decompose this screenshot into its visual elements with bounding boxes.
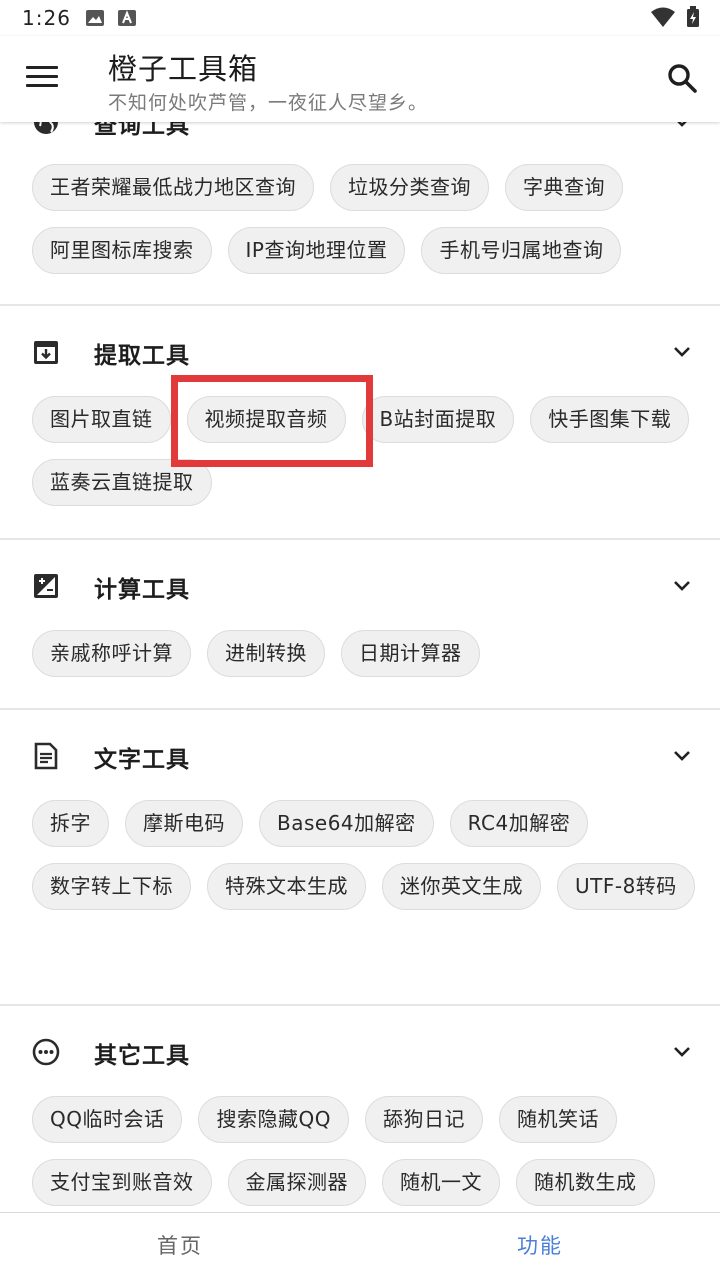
section-header[interactable]: 其它工具 (0, 1020, 720, 1084)
search-icon[interactable] (666, 62, 698, 94)
wifi-icon (651, 7, 675, 27)
section-title: 其它工具 (94, 1043, 190, 1069)
chip-group: 王者荣耀最低战力地区查询 垃圾分类查询 字典查询 阿里图标库搜索 IP查询地理位… (0, 164, 720, 290)
chip-random-joke[interactable]: 随机笑话 (498, 1096, 617, 1143)
chevron-down-icon[interactable] (670, 574, 694, 598)
nav-item-features[interactable]: 功能 (360, 1213, 720, 1280)
chip-utf8-transcode[interactable]: UTF-8转码 (557, 863, 695, 910)
chip-split-character[interactable]: 拆字 (32, 800, 109, 847)
bottom-nav: 首页 功能 (0, 1212, 720, 1280)
section-header[interactable]: 查询工具 (0, 122, 720, 154)
chip-kuaishou-gallery-download[interactable]: 快手图集下载 (530, 396, 690, 443)
chip-ip-location-query[interactable]: IP查询地理位置 (227, 227, 406, 274)
section-query-tools: 查询工具 王者荣耀最低战力地区查询 垃圾分类查询 字典查询 阿里图标库搜索 IP… (0, 122, 720, 306)
archive-download-icon (34, 341, 58, 364)
document-icon (34, 742, 58, 770)
battery-charging-icon (687, 6, 699, 27)
section-title: 提取工具 (94, 343, 190, 369)
chip-qq-temp-chat[interactable]: QQ临时会话 (32, 1096, 183, 1143)
chip-image-direct-link[interactable]: 图片取直链 (32, 396, 171, 443)
chip-group: 拆字 摩斯电码 Base64加解密 RC4加解密 数字转上下标 特殊文本生成 迷… (0, 800, 720, 926)
section-title: 文字工具 (94, 747, 190, 773)
chip-honor-of-kings-query[interactable]: 王者荣耀最低战力地区查询 (32, 164, 314, 211)
chip-random-number[interactable]: 随机数生成 (516, 1159, 655, 1206)
chip-random-article[interactable]: 随机一文 (382, 1159, 500, 1206)
chevron-down-icon[interactable] (670, 340, 694, 364)
chip-morse-code[interactable]: 摩斯电码 (125, 800, 243, 847)
app-subtitle: 不知何处吹芦管，一夜征人尽望乡。 (108, 92, 429, 114)
section-header[interactable]: 文字工具 (0, 724, 720, 788)
chip-ali-icon-search[interactable]: 阿里图标库搜索 (32, 227, 212, 274)
chip-alipay-sound[interactable]: 支付宝到账音效 (32, 1159, 212, 1206)
more-circle-icon (32, 1038, 60, 1066)
chevron-down-icon[interactable] (670, 744, 694, 768)
section-title: 计算工具 (94, 577, 190, 603)
chip-garbage-sort-query[interactable]: 垃圾分类查询 (330, 164, 489, 211)
status-time: 1:26 (22, 6, 71, 30)
chip-dictionary-query[interactable]: 字典查询 (505, 164, 623, 211)
calculator-icon (34, 574, 58, 598)
section-title: 查询工具 (94, 122, 190, 139)
app-title: 橙子工具箱 (108, 52, 259, 86)
chevron-down-icon[interactable] (670, 1040, 694, 1064)
section-header[interactable]: 计算工具 (0, 554, 720, 618)
status-bar: 1:26 (0, 0, 720, 36)
chip-metal-detector[interactable]: 金属探测器 (227, 1159, 366, 1206)
tool-list[interactable]: 查询工具 王者荣耀最低战力地区查询 垃圾分类查询 字典查询 阿里图标库搜索 IP… (0, 122, 720, 1212)
section-text-tools: 文字工具 拆字 摩斯电码 Base64加解密 RC4加解密 数字转上下标 特殊文… (0, 710, 720, 1006)
globe-icon (34, 122, 58, 134)
chip-base64[interactable]: Base64加解密 (259, 800, 434, 847)
chip-super-subscript[interactable]: 数字转上下标 (32, 863, 191, 910)
chevron-down-icon[interactable] (670, 122, 694, 134)
chip-mini-english[interactable]: 迷你英文生成 (382, 863, 541, 910)
chip-group: QQ临时会话 搜索隐藏QQ 舔狗日记 随机笑话 支付宝到账音效 金属探测器 随机… (0, 1096, 720, 1212)
nav-item-home[interactable]: 首页 (0, 1213, 360, 1280)
highlight-box (171, 375, 373, 467)
chip-group: 亲戚称呼计算 进制转换 日期计算器 (0, 630, 720, 693)
chip-base-conversion[interactable]: 进制转换 (207, 630, 325, 677)
image-notification-icon (85, 10, 104, 26)
chip-search-hidden-qq[interactable]: 搜索隐藏QQ (198, 1096, 349, 1143)
section-calc-tools: 计算工具 亲戚称呼计算 进制转换 日期计算器 (0, 540, 720, 710)
app-notification-icon (117, 10, 136, 26)
section-other-tools: 其它工具 QQ临时会话 搜索隐藏QQ 舔狗日记 随机笑话 支付宝到账音效 金属探… (0, 1006, 720, 1212)
chip-simp-diary[interactable]: 舔狗日记 (364, 1096, 483, 1143)
app-bar: 橙子工具箱 不知何处吹芦管，一夜征人尽望乡。 (0, 36, 720, 122)
chip-date-calculator[interactable]: 日期计算器 (341, 630, 480, 677)
hamburger-menu-icon[interactable] (26, 62, 58, 94)
chip-rc4[interactable]: RC4加解密 (449, 800, 589, 847)
chip-special-text[interactable]: 特殊文本生成 (207, 863, 366, 910)
chip-phone-location-query[interactable]: 手机号归属地查询 (421, 227, 622, 274)
chip-bilibili-cover-extract[interactable]: B站封面提取 (361, 396, 515, 443)
chip-relative-title-calc[interactable]: 亲戚称呼计算 (32, 630, 191, 677)
